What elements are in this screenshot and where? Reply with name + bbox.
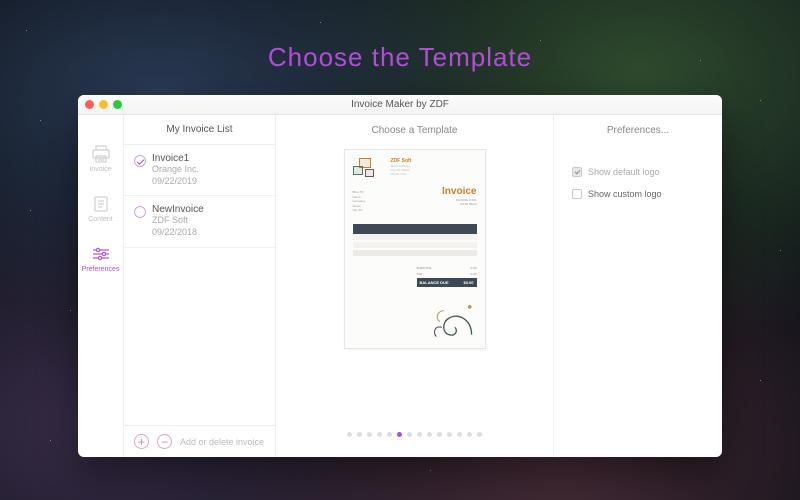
pager-dot[interactable]: [407, 432, 412, 437]
swirl-icon: [425, 292, 481, 344]
minimize-icon[interactable]: [99, 100, 108, 109]
invoice-list-item[interactable]: Invoice1 Orange Inc. 09/22/2019: [124, 145, 275, 196]
rail-item-invoice[interactable]: Invoice: [89, 145, 111, 173]
invoice-client: Orange Inc.: [152, 164, 199, 176]
check-icon: [134, 155, 146, 167]
invoice-date: 09/22/2018: [152, 227, 204, 239]
template-preview[interactable]: ZDF Soft Street AddressCity ST 00000Phon…: [344, 149, 486, 349]
sliders-icon: [91, 245, 111, 263]
pager-dot[interactable]: [427, 432, 432, 437]
preview-invoice-word: Invoice: [442, 186, 476, 197]
pager-dot[interactable]: [347, 432, 352, 437]
pager-dot[interactable]: [397, 432, 402, 437]
rail-label: Content: [88, 216, 113, 223]
invoice-list-footer: + − Add or delete invoice: [124, 425, 275, 457]
pref-label: Show default logo: [588, 167, 660, 177]
pager-dot[interactable]: [387, 432, 392, 437]
pager-dot[interactable]: [437, 432, 442, 437]
hero-title: Choose the Template: [0, 42, 800, 73]
window-title: Invoice Maker by ZDF: [78, 99, 722, 110]
pager-dot[interactable]: [467, 432, 472, 437]
rail-item-content[interactable]: Content: [88, 195, 113, 223]
document-icon: [91, 195, 111, 213]
nav-rail: Invoice Content: [78, 115, 124, 457]
invoice-list-panel: My Invoice List Invoice1 Orange Inc. 09/…: [124, 115, 276, 457]
template-logo-icon: [353, 158, 383, 180]
delete-invoice-button[interactable]: −: [157, 434, 172, 449]
pager-dot[interactable]: [457, 432, 462, 437]
titlebar[interactable]: Invoice Maker by ZDF: [78, 95, 722, 115]
invoice-date: 09/22/2019: [152, 176, 199, 188]
pref-label: Show custom logo: [588, 189, 662, 199]
pager-dot[interactable]: [357, 432, 362, 437]
zoom-icon[interactable]: [113, 100, 122, 109]
checkbox-icon[interactable]: [572, 167, 582, 177]
printer-icon: [91, 145, 111, 163]
invoice-title: Invoice1: [152, 153, 199, 164]
close-icon[interactable]: [85, 100, 94, 109]
rail-label: Preferences: [82, 266, 120, 273]
invoice-client: ZDF Soft: [152, 215, 204, 227]
footer-label: Add or delete invoice: [180, 437, 264, 447]
app-window: Invoice Maker by ZDF Invoice: [78, 95, 722, 457]
template-panel: Choose a Template ZDF Soft Street Addres…: [276, 115, 554, 457]
preferences-panel: Preferences... Show default logo Show cu…: [554, 115, 722, 457]
invoice-list-heading: My Invoice List: [124, 115, 275, 145]
pager-dot[interactable]: [417, 432, 422, 437]
checkbox-icon[interactable]: [572, 189, 582, 199]
template-heading: Choose a Template: [372, 115, 458, 145]
pager-dot[interactable]: [377, 432, 382, 437]
pager-dot[interactable]: [447, 432, 452, 437]
pref-show-default-logo[interactable]: Show default logo: [554, 161, 722, 183]
invoice-title: NewInvoice: [152, 204, 204, 215]
check-icon: [134, 206, 146, 218]
pager-dot[interactable]: [367, 432, 372, 437]
preferences-heading: Preferences...: [554, 115, 722, 145]
template-pager: [347, 432, 482, 437]
pager-dot[interactable]: [477, 432, 482, 437]
rail-label: Invoice: [89, 166, 111, 173]
pref-show-custom-logo[interactable]: Show custom logo: [554, 183, 722, 205]
add-invoice-button[interactable]: +: [134, 434, 149, 449]
rail-item-preferences[interactable]: Preferences: [82, 245, 120, 273]
invoice-list-item[interactable]: NewInvoice ZDF Soft 09/22/2018: [124, 196, 275, 247]
